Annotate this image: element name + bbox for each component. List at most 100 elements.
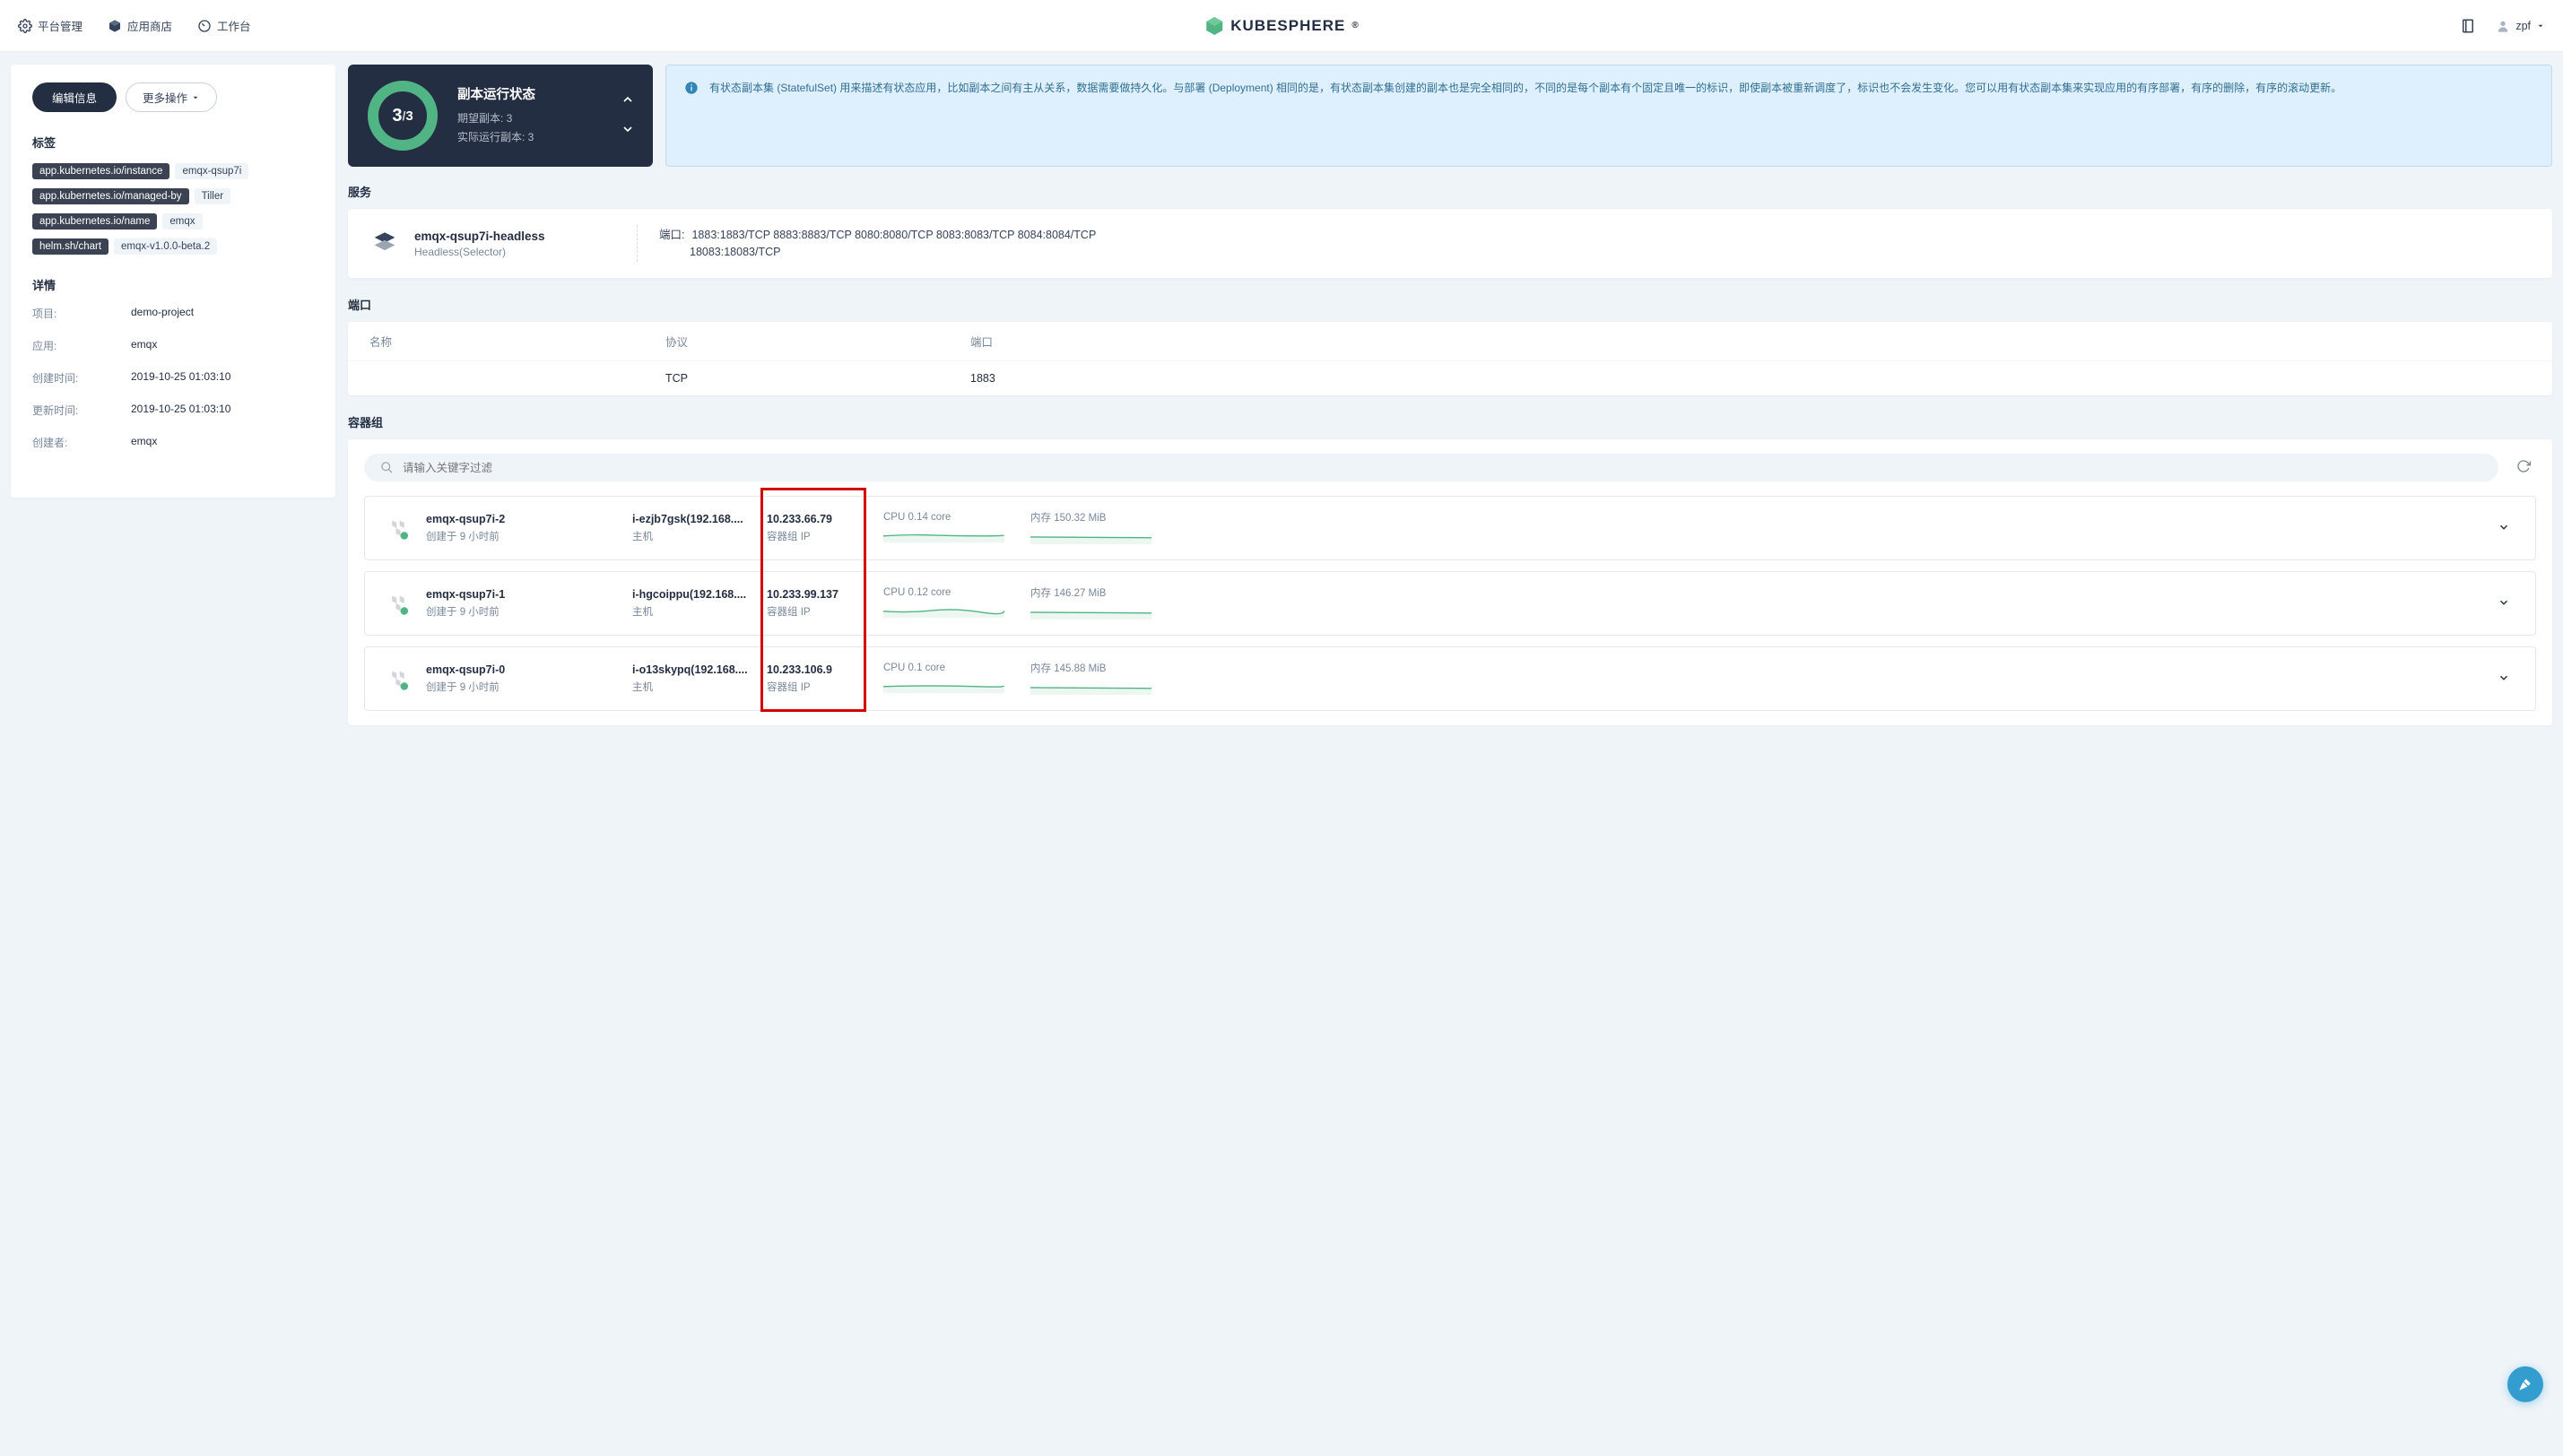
pod-host: i-ezjb7gsk(192.168.... [632, 513, 767, 525]
pod-host-label: 主机 [632, 680, 767, 694]
pod-mem: 内存 145.88 MiB [1030, 661, 1183, 675]
info-label: 应用: [32, 338, 131, 353]
cube-icon [108, 19, 122, 33]
label-value: emqx [162, 213, 202, 230]
pods-heading: 容器组 [348, 413, 2552, 430]
pods-search-input[interactable] [403, 462, 2482, 474]
brand-text: KUBESPHERE [1230, 17, 1345, 35]
hammer-icon [2516, 1375, 2534, 1393]
running-replicas: 实际运行副本: 3 [457, 129, 621, 144]
info-value: emqx [131, 435, 157, 450]
label-key: helm.sh/chart [32, 238, 109, 255]
pod-name: emqx-qsup7i-0 [426, 663, 632, 676]
scale-down-button[interactable] [621, 122, 635, 139]
nav-platform-mgmt[interactable]: 平台管理 [18, 17, 83, 34]
pod-cpu: CPU 0.14 core [883, 512, 1030, 523]
service-icon [368, 227, 402, 261]
services-heading: 服务 [348, 183, 2552, 200]
label-value: Tiller [195, 188, 231, 204]
mem-sparkline [1030, 528, 1151, 544]
scale-up-button[interactable] [621, 92, 635, 109]
pod-name: emqx-qsup7i-1 [426, 588, 632, 601]
pod-host-label: 主机 [632, 529, 767, 543]
pod-expand-toggle[interactable] [2490, 668, 2517, 690]
pod-icon [383, 588, 413, 619]
pod-row[interactable]: emqx-qsup7i-2 创建于 9 小时前 i-ezjb7gsk(192.16… [364, 496, 2536, 560]
chevron-down-icon [2498, 672, 2510, 684]
more-actions-label: 更多操作 [143, 89, 187, 106]
replica-status-card: 3/3 副本运行状态 期望副本: 3 实际运行副本: 3 [348, 65, 653, 167]
app-header: 平台管理 应用商店 工作台 KUBESPHERE ® zpf [0, 0, 2563, 52]
pods-toolbar [364, 454, 2536, 481]
label-row: helm.sh/chart emqx-v1.0.0-beta.2 [32, 238, 314, 255]
refresh-icon [2516, 459, 2531, 473]
service-row[interactable]: emqx-qsup7i-headless Headless(Selector) … [348, 209, 2552, 278]
replica-status-title: 副本运行状态 [457, 84, 621, 103]
info-row: 创建者:emqx [32, 435, 314, 450]
chevron-down-icon [2498, 596, 2510, 609]
more-actions-button[interactable]: 更多操作 [126, 82, 217, 112]
pod-created: 创建于 9 小时前 [426, 529, 632, 543]
pod-icon [383, 663, 413, 694]
edit-info-button[interactable]: 编辑信息 [32, 82, 117, 112]
info-row: 项目:demo-project [32, 306, 314, 321]
label-key: app.kubernetes.io/instance [32, 163, 169, 179]
info-label: 创建时间: [32, 370, 131, 386]
pod-ip-label: 容器组 IP [767, 529, 883, 543]
pod-name: emqx-qsup7i-2 [426, 513, 632, 525]
label-row: app.kubernetes.io/instance emqx-qsup7i [32, 163, 314, 179]
side-panel: 编辑信息 更多操作 标签 app.kubernetes.io/instancee… [11, 65, 335, 498]
help-float-button[interactable] [2507, 1366, 2543, 1402]
pod-expand-toggle[interactable] [2490, 593, 2517, 615]
pods-search-box[interactable] [364, 454, 2498, 481]
ports-table-row: TCP 1883 [348, 361, 2552, 395]
col-name: 名称 [369, 333, 665, 350]
pod-row[interactable]: emqx-qsup7i-1创建于 9 小时前 i-hgcoippu(192.16… [364, 571, 2536, 636]
mem-sparkline [1030, 679, 1151, 695]
label-key: app.kubernetes.io/name [32, 213, 157, 230]
chevron-up-icon [621, 92, 635, 107]
chevron-down-icon [621, 122, 635, 136]
info-row: 应用:emqx [32, 338, 314, 353]
user-menu[interactable]: zpf [2496, 19, 2545, 33]
labels-list: app.kubernetes.io/instance emqx-qsup7i ap… [32, 163, 314, 255]
info-value: emqx [131, 338, 157, 353]
label-value: emqx-v1.0.0-beta.2 [114, 238, 217, 255]
docs-icon[interactable] [2460, 18, 2476, 34]
gauge-icon [197, 19, 212, 33]
pod-cpu: CPU 0.12 core [883, 587, 1030, 598]
ports-heading: 端口 [348, 296, 2552, 313]
label-value: emqx-qsup7i [175, 163, 248, 179]
gear-icon [18, 19, 32, 33]
brand-logo[interactable]: KUBESPHERE ® [1203, 15, 1359, 37]
info-icon [684, 81, 699, 95]
pod-mem: 内存 150.32 MiB [1030, 510, 1183, 524]
cpu-sparkline [883, 677, 1004, 693]
col-proto: 协议 [665, 333, 970, 350]
info-label: 创建者: [32, 435, 131, 450]
ports-table-header: 名称 协议 端口 [348, 322, 2552, 361]
info-label: 更新时间: [32, 403, 131, 418]
service-type: Headless(Selector) [414, 246, 637, 258]
service-ports: 端口:1883:1883/TCP 8883:8883/TCP 8080:8080… [659, 225, 2533, 262]
cpu-sparkline [883, 602, 1004, 618]
pod-created: 创建于 9 小时前 [426, 604, 632, 619]
pods-refresh-button[interactable] [2511, 454, 2536, 481]
info-value: 2019-10-25 01:03:10 [131, 403, 230, 418]
pod-expand-toggle[interactable] [2490, 517, 2517, 540]
brand-tm: ® [1351, 21, 1359, 30]
mem-sparkline [1030, 603, 1151, 620]
pod-ip-label: 容器组 IP [767, 680, 883, 694]
pod-ip: 10.233.66.79 [767, 513, 883, 525]
port-proto-cell: TCP [665, 372, 970, 385]
user-name: zpf [2515, 20, 2531, 32]
chevron-down-icon [2498, 521, 2510, 533]
pod-ip: 10.233.99.137 [767, 588, 883, 601]
nav-appstore-label: 应用商店 [127, 17, 172, 34]
nav-workbench[interactable]: 工作台 [197, 17, 251, 34]
label-key: app.kubernetes.io/managed-by [32, 188, 189, 204]
info-row: 创建时间:2019-10-25 01:03:10 [32, 370, 314, 386]
nav-app-store[interactable]: 应用商店 [108, 17, 172, 34]
nav-platform-label: 平台管理 [38, 17, 83, 34]
pod-row[interactable]: emqx-qsup7i-0创建于 9 小时前 i-o13skypq(192.16… [364, 646, 2536, 711]
